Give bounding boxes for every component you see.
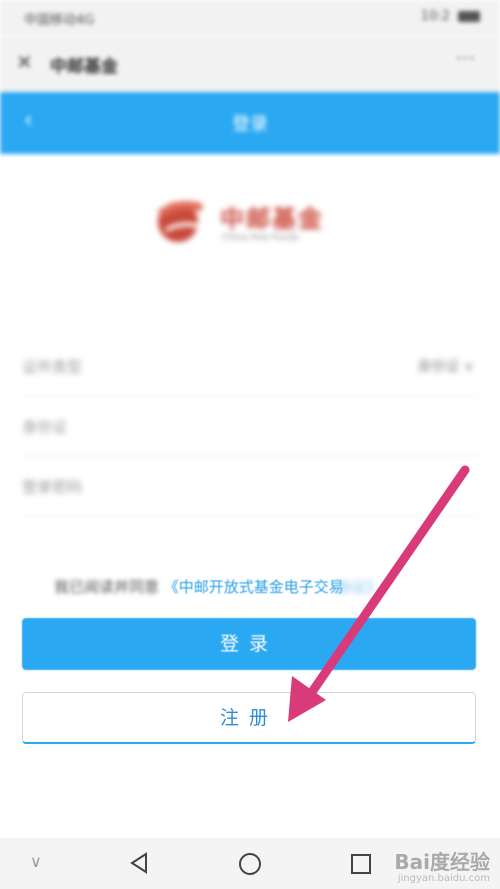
nav-back-icon[interactable] [128, 852, 150, 874]
watermark-text: Bai度经验 [394, 850, 490, 874]
login-form: 证件类型 身份证 ∨ 身份证 登录密码 [0, 336, 500, 516]
nav-recent-icon[interactable] [350, 853, 372, 875]
login-button[interactable]: 登录 [22, 618, 476, 670]
id-number-field[interactable]: 身份证 [22, 416, 67, 437]
status-time: 10:2 [420, 9, 450, 24]
status-icons: 10:2 [421, 9, 480, 24]
watermark: Bai度经验 jingyan.baidu.com [394, 846, 490, 884]
carrier-label: 中国移动4G [24, 13, 95, 28]
id-type-select[interactable]: 身份证 ∨ [417, 356, 474, 376]
brand-logo: 中邮基金 China Post Funds [140, 185, 370, 255]
password-row[interactable]: 登录密码 [20, 456, 480, 516]
status-bar: 中国移动4G 10:2 [0, 0, 500, 36]
more-icon[interactable]: ··· [456, 48, 476, 69]
nav-home-icon[interactable] [238, 852, 262, 876]
password-field[interactable]: 登录密码 [22, 476, 82, 497]
battery-icon [458, 11, 480, 22]
app-header: ✕ 中邮基金 ··· [0, 36, 500, 92]
logo-mark-icon [157, 201, 205, 242]
nav-header: ‹ 登录 [0, 92, 500, 154]
logo-name: 中邮基金 [220, 205, 324, 233]
id-number-row[interactable]: 身份证 [20, 396, 480, 456]
page-title: 登录 [232, 114, 268, 135]
agreement-link[interactable]: 《中邮开放式基金电子交易 [164, 578, 344, 596]
close-icon[interactable]: ✕ [16, 50, 33, 74]
register-button[interactable]: 注册 [22, 692, 476, 744]
agreement-prefix: 我已阅读并同意 [54, 578, 160, 596]
nav-collapse-icon[interactable]: ∨ [30, 852, 42, 871]
watermark-sub: jingyan.baidu.com [397, 873, 490, 884]
agreement-text[interactable]: 我已阅读并同意 《中邮开放式基金电子交易 [54, 576, 344, 597]
id-type-row[interactable]: 证件类型 身份证 ∨ [20, 336, 480, 396]
logo-subtitle: China Post Funds [222, 233, 299, 243]
app-title: 中邮基金 [50, 57, 118, 77]
id-type-label: 证件类型 [22, 358, 83, 376]
agreement-suffix[interactable]: 协议》 [336, 576, 381, 597]
